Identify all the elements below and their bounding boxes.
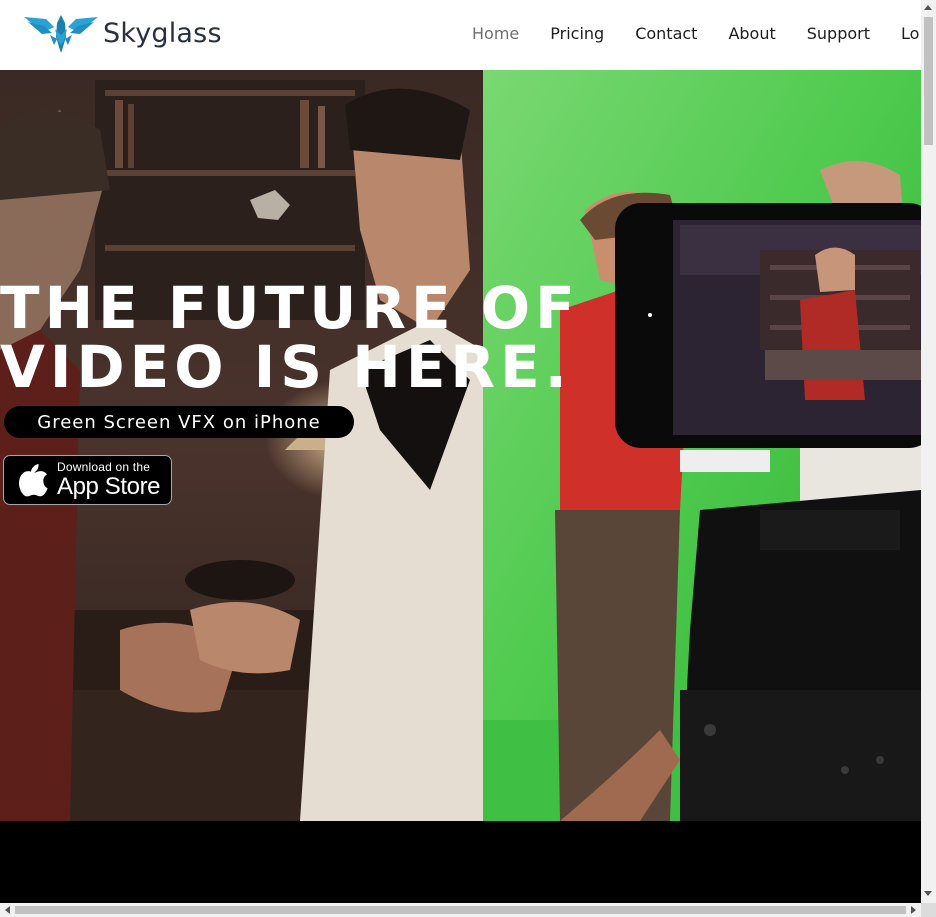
headline-line-2: VIDEO IS HERE. [0,333,572,401]
horizontal-scrollbar[interactable] [0,903,921,917]
scroll-left-arrow-icon[interactable] [5,906,10,914]
vertical-scroll-thumb[interactable] [924,17,933,145]
nav-contact[interactable]: Contact [635,24,697,43]
hero-section: THE FUTURE OF VIDEO IS HERE. Green Scree… [0,70,921,821]
scrollbar-corner [921,903,936,917]
nav-about[interactable]: About [728,24,775,43]
nav-home[interactable]: Home [472,24,519,43]
nav-pricing[interactable]: Pricing [550,24,604,43]
winged-bird-logo-icon [24,15,98,53]
app-store-big-text: App Store [57,473,161,500]
scroll-down-arrow-icon[interactable] [924,891,932,896]
scroll-up-arrow-icon[interactable] [924,5,932,10]
main-nav: Home Pricing Contact About Support Lo [472,24,921,43]
hero-headline: THE FUTURE OF VIDEO IS HERE. [0,279,600,397]
site-header: Skyglass Home Pricing Contact About Supp… [0,0,921,70]
scroll-right-arrow-icon[interactable] [911,906,916,914]
hero-background-image [0,70,921,821]
horizontal-scroll-thumb[interactable] [15,906,906,914]
nav-support[interactable]: Support [807,24,870,43]
next-section [0,821,921,903]
brand-logo-link[interactable]: Skyglass [24,13,222,53]
headline-line-1: THE FUTURE OF [0,274,580,342]
apple-icon [19,464,48,497]
vertical-scrollbar[interactable] [921,0,936,903]
app-store-download-button[interactable]: Download on the App Store [3,455,172,505]
hero-tagline-pill: Green Screen VFX on iPhone [4,406,354,438]
nav-login[interactable]: Lo [901,24,919,43]
brand-name: Skyglass [103,17,222,49]
app-store-text: Download on the App Store [57,461,161,500]
